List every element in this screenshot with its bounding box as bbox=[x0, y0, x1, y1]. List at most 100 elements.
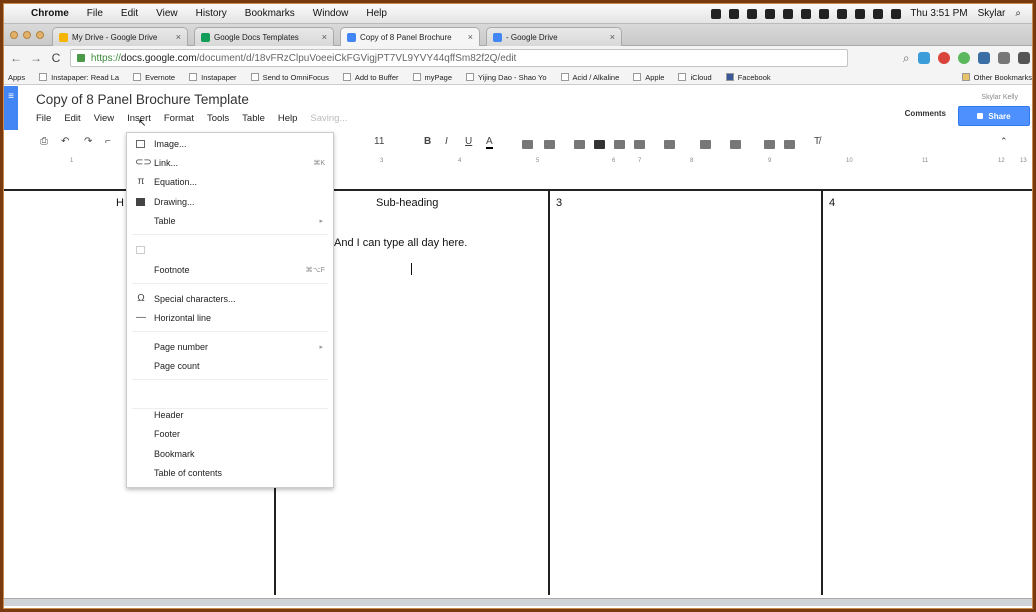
numbered-list-icon[interactable] bbox=[700, 140, 711, 149]
share-button[interactable]: Share bbox=[958, 106, 1030, 126]
menu-bookmarks[interactable]: Bookmarks bbox=[236, 8, 304, 19]
status-icon[interactable] bbox=[711, 8, 722, 19]
insert-bookmark-item[interactable]: Bookmark bbox=[127, 445, 333, 462]
insert-table-item[interactable]: Table ▸ bbox=[127, 212, 333, 229]
close-tab-icon[interactable]: × bbox=[176, 32, 181, 42]
status-icon[interactable] bbox=[783, 8, 794, 19]
close-tab-icon[interactable]: × bbox=[610, 32, 615, 42]
bookmark-item[interactable]: Evernote bbox=[133, 73, 175, 82]
panel-4-number[interactable]: 4 bbox=[829, 197, 835, 209]
bookmark-item[interactable]: Instapaper: Read La bbox=[39, 73, 119, 82]
clear-formatting-icon[interactable]: T̸ bbox=[814, 136, 820, 147]
tab-my-drive[interactable]: My Drive - Google Drive × bbox=[52, 27, 188, 46]
bookmark-apps[interactable]: Apps bbox=[8, 73, 25, 82]
bookmark-item[interactable]: Apple bbox=[633, 73, 664, 82]
tab-brochure-doc[interactable]: Copy of 8 Panel Brochure × bbox=[340, 27, 480, 46]
docs-logo-icon[interactable]: ≡ bbox=[4, 86, 18, 130]
docs-menu-view[interactable]: View bbox=[94, 113, 114, 124]
increase-indent-icon[interactable] bbox=[784, 140, 795, 149]
italic-icon[interactable]: I bbox=[445, 136, 448, 147]
bookmark-other[interactable]: Other Bookmarks bbox=[961, 73, 1032, 82]
bulleted-list-icon[interactable] bbox=[730, 140, 741, 149]
status-icon[interactable] bbox=[801, 8, 812, 19]
back-icon[interactable]: ← bbox=[8, 51, 24, 65]
search-icon[interactable]: ⌕ bbox=[898, 51, 914, 66]
volume-icon[interactable] bbox=[855, 8, 866, 19]
print-icon[interactable]: ⎙ bbox=[40, 136, 48, 147]
tab-docs-templates[interactable]: Google Docs Templates × bbox=[194, 27, 334, 46]
extension-icon[interactable] bbox=[958, 52, 971, 64]
insert-drawing-item[interactable]: Drawing... bbox=[127, 193, 333, 210]
forward-icon[interactable]: → bbox=[28, 51, 44, 65]
docs-menu-tools[interactable]: Tools bbox=[207, 113, 229, 124]
align-center-icon[interactable] bbox=[594, 140, 605, 149]
wifi-icon[interactable] bbox=[837, 8, 848, 19]
comment-icon[interactable] bbox=[544, 140, 555, 149]
insert-horizontal-line-item[interactable]: — Horizontal line bbox=[127, 309, 333, 326]
paint-format-icon[interactable]: ⌐ bbox=[105, 136, 111, 147]
battery-icon[interactable] bbox=[873, 8, 884, 19]
insert-page-count-item[interactable]: Page count bbox=[127, 357, 333, 374]
menu-app-name[interactable]: Chrome bbox=[22, 8, 78, 19]
menu-file[interactable]: File bbox=[78, 8, 112, 19]
font-size-select[interactable]: 11 bbox=[374, 136, 384, 147]
close-tab-icon[interactable]: × bbox=[322, 32, 327, 42]
menu-help[interactable]: Help bbox=[357, 8, 396, 19]
collapse-icon[interactable]: ⌃ bbox=[1000, 136, 1008, 147]
panel-1-heading[interactable]: H bbox=[116, 197, 124, 209]
bold-icon[interactable]: B bbox=[424, 136, 431, 147]
insert-equation-item[interactable]: π Equation... bbox=[127, 173, 333, 190]
panel-2-body-text[interactable]: And I can type all day here. bbox=[334, 237, 467, 249]
menu-history[interactable]: History bbox=[187, 8, 236, 19]
minimize-window-icon[interactable] bbox=[23, 31, 31, 39]
bookmark-item[interactable]: Add to Buffer bbox=[342, 73, 399, 82]
clock[interactable]: Thu 3:51 PM bbox=[905, 8, 972, 19]
insert-footer-item[interactable]: Footer bbox=[127, 425, 333, 442]
insert-header-item[interactable]: Header bbox=[127, 406, 333, 423]
bookmark-item[interactable]: Facebook bbox=[725, 73, 771, 82]
horizontal-scrollbar[interactable] bbox=[4, 598, 1032, 606]
text-color-icon[interactable]: A bbox=[486, 136, 493, 149]
bluetooth-icon[interactable] bbox=[819, 8, 830, 19]
insert-footnote-item[interactable]: Footnote ⌘⌥F bbox=[127, 261, 333, 278]
docs-menu-file[interactable]: File bbox=[36, 113, 51, 124]
extension-icon[interactable] bbox=[978, 52, 991, 64]
docs-menu-edit[interactable]: Edit bbox=[64, 113, 80, 124]
decrease-indent-icon[interactable] bbox=[764, 140, 775, 149]
undo-icon[interactable]: ↶ bbox=[61, 136, 69, 147]
insert-image-item[interactable]: Image... bbox=[127, 135, 333, 152]
docs-menu-format[interactable]: Format bbox=[164, 113, 194, 124]
flag-icon[interactable] bbox=[891, 8, 902, 19]
document-title[interactable]: Copy of 8 Panel Brochure Template bbox=[36, 92, 249, 107]
panel-3-number[interactable]: 3 bbox=[556, 197, 562, 209]
status-icon[interactable] bbox=[729, 8, 740, 19]
user-name[interactable]: Skylar bbox=[973, 8, 1011, 19]
menu-view[interactable]: View bbox=[147, 8, 187, 19]
docs-menu-help[interactable]: Help bbox=[278, 113, 298, 124]
bookmark-item[interactable]: Instapaper bbox=[189, 73, 237, 82]
insert-page-break-item[interactable] bbox=[127, 386, 333, 403]
bookmark-item[interactable]: iCloud bbox=[678, 73, 712, 82]
line-spacing-icon[interactable] bbox=[664, 140, 675, 149]
redo-icon[interactable]: ↷ bbox=[84, 136, 92, 147]
bookmark-item[interactable]: Send to OmniFocus bbox=[250, 73, 329, 82]
status-icon[interactable] bbox=[765, 8, 776, 19]
insert-comment-item[interactable] bbox=[127, 241, 333, 258]
insert-table-of-contents-item[interactable]: Table of contents bbox=[127, 464, 333, 481]
reload-icon[interactable]: C bbox=[48, 51, 64, 65]
menu-icon[interactable] bbox=[1018, 52, 1030, 64]
url-input[interactable]: https:// docs.google.com /document/d/18v… bbox=[69, 49, 849, 67]
panel-2-subheading[interactable]: Sub-heading bbox=[376, 197, 438, 209]
bookmark-item[interactable]: Yijing Dao - Shao Yo bbox=[466, 73, 547, 82]
align-right-icon[interactable] bbox=[614, 140, 625, 149]
menu-edit[interactable]: Edit bbox=[112, 8, 147, 19]
justify-icon[interactable] bbox=[634, 140, 645, 149]
insert-special-characters-item[interactable]: Ω Special characters... bbox=[127, 290, 333, 307]
insert-link-item[interactable]: ⊂⊃ Link... ⌘K bbox=[127, 154, 333, 171]
docs-menu-table[interactable]: Table bbox=[242, 113, 265, 124]
comments-button[interactable]: Comments bbox=[905, 109, 946, 118]
extension-icon[interactable] bbox=[998, 52, 1011, 64]
close-window-icon[interactable] bbox=[10, 31, 18, 39]
extension-icon[interactable] bbox=[938, 52, 951, 64]
menu-window[interactable]: Window bbox=[304, 8, 358, 19]
